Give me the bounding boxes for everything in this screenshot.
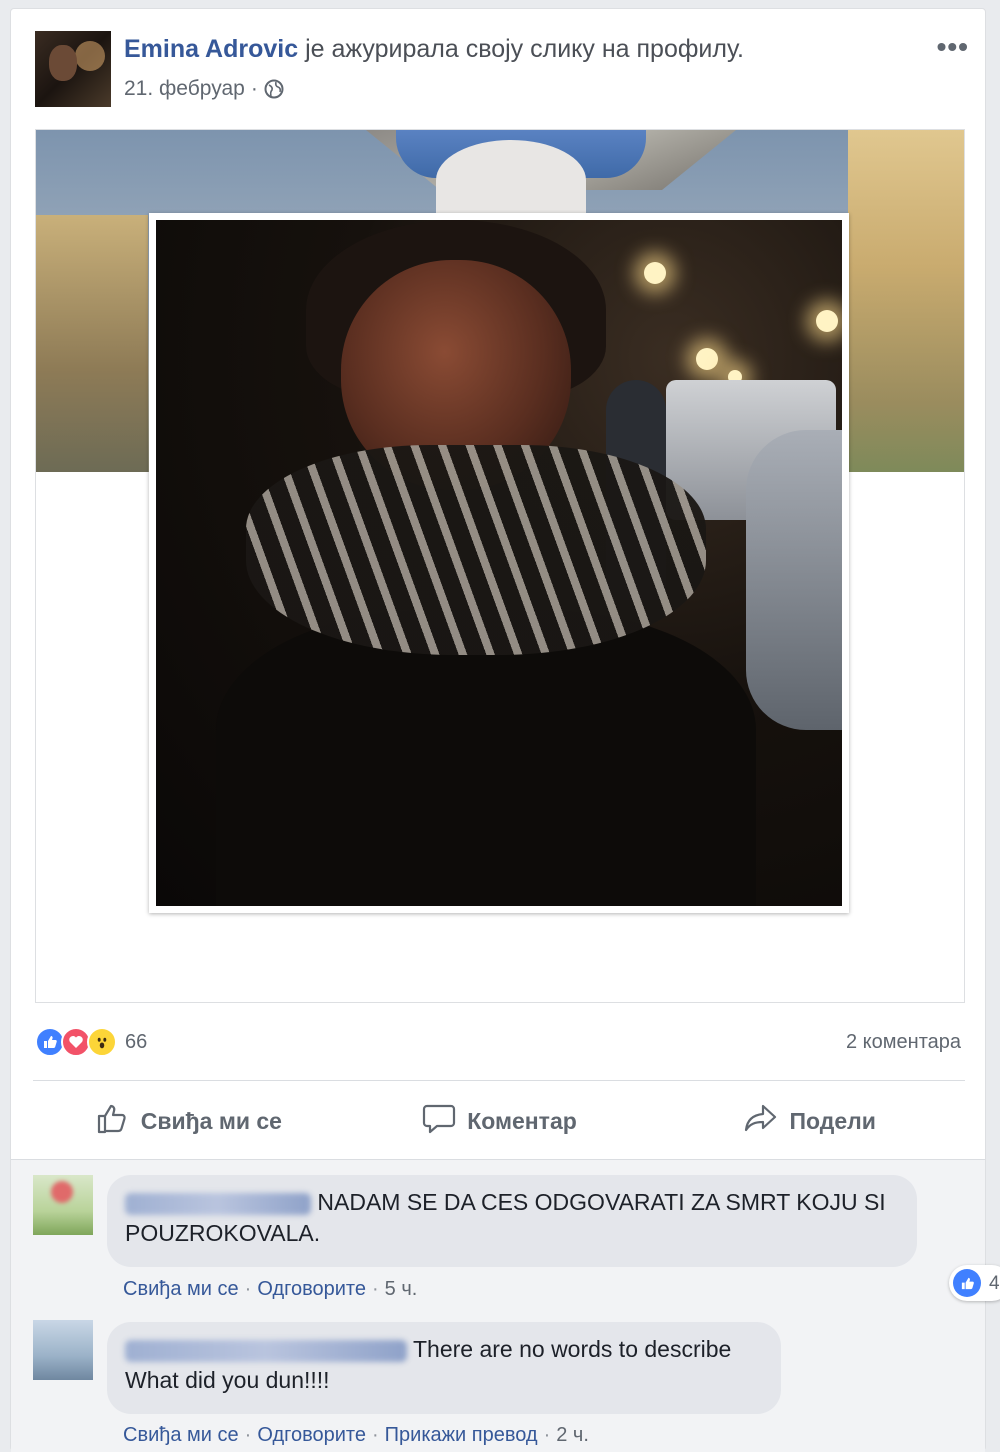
show-translation-link[interactable]: Прикажи превод	[385, 1424, 538, 1446]
profile-photo-update[interactable]	[35, 129, 965, 1003]
commenter-name-blurred[interactable]	[125, 1339, 407, 1362]
post-actions: Свиђа ми се Коментар Подели	[33, 1089, 965, 1153]
comment-like-count: 4	[989, 1272, 1000, 1294]
comment-like-badge[interactable]: 4	[949, 1265, 1000, 1301]
post-card: Emina Adrovic је ажурирала своју слику н…	[10, 8, 1000, 1452]
comment-time[interactable]: 5 ч.	[385, 1278, 418, 1300]
post-meta: 21. фебруар ·	[124, 77, 284, 101]
author-name-link[interactable]: Emina Adrovic	[124, 35, 298, 63]
comment-like-link[interactable]: Свиђа ми се	[123, 1278, 239, 1300]
meta-separator: ·	[250, 77, 258, 100]
comment-bubble-icon	[421, 1100, 457, 1142]
wow-icon	[87, 1027, 117, 1057]
post-action-text: је ажурирала своју слику на профилу.	[305, 35, 744, 63]
comment-reply-link[interactable]: Одговорите	[257, 1424, 366, 1446]
share-button-label: Подели	[789, 1107, 876, 1134]
share-button[interactable]: Подели	[654, 1089, 965, 1153]
thumbs-up-icon	[95, 1100, 131, 1142]
comment-text-line1: There are no words to describe	[412, 1336, 732, 1362]
comment-actions: Свиђа ми се · Одговорите · Прикажи превод · 2 …	[123, 1424, 589, 1446]
profile-picture-frame[interactable]	[149, 213, 849, 913]
commenter-name-blurred[interactable]	[125, 1192, 311, 1215]
author-avatar[interactable]	[35, 31, 111, 107]
commenter-avatar[interactable]	[33, 1175, 93, 1235]
post-header: Emina Adrovic је ажурирала своју слику н…	[124, 35, 744, 64]
comments-section: NADAM SE DA CES ODGOVARATI ZA SMRT KOJU …	[11, 1159, 1000, 1452]
comment-button[interactable]: Коментар	[344, 1089, 655, 1153]
comment-text-line2: What did you dun!!!!	[125, 1367, 330, 1393]
comments-count-link[interactable]: 2 коментара	[846, 1031, 961, 1054]
profile-picture	[156, 220, 842, 906]
comment-bubble: There are no words to describe What did …	[107, 1322, 781, 1414]
commenter-avatar[interactable]	[33, 1320, 93, 1380]
like-button[interactable]: Свиђа ми се	[33, 1089, 344, 1153]
comment-reply-link[interactable]: Одговорите	[257, 1278, 366, 1300]
reactions-summary[interactable]: 66	[35, 1027, 147, 1057]
comment-like-link[interactable]: Свиђа ми се	[123, 1424, 239, 1446]
post-date[interactable]: 21. фебруар	[124, 77, 245, 101]
comment-time[interactable]: 2 ч.	[556, 1424, 589, 1446]
like-icon	[953, 1269, 981, 1297]
globe-icon[interactable]	[264, 79, 284, 99]
comment-button-label: Коментар	[467, 1107, 577, 1134]
reaction-count: 66	[125, 1030, 148, 1053]
share-arrow-icon	[743, 1100, 779, 1142]
comment-bubble: NADAM SE DA CES ODGOVARATI ZA SMRT KOJU …	[107, 1175, 1000, 1301]
comment-actions: Свиђа ми се · Одговорите · 5 ч.	[123, 1278, 418, 1300]
divider	[33, 1080, 965, 1081]
more-options-button[interactable]: •••	[937, 31, 969, 63]
like-button-label: Свиђа ми се	[140, 1107, 282, 1134]
